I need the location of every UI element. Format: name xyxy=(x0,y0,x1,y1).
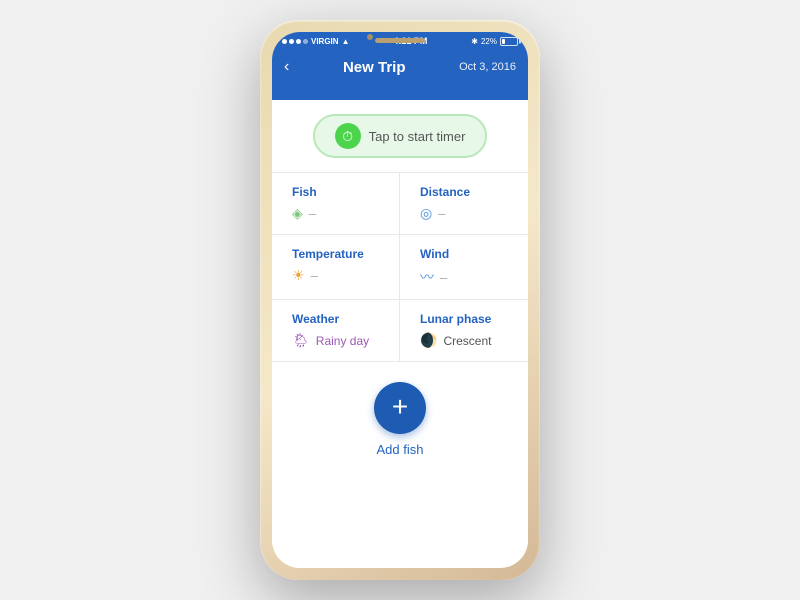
back-button[interactable]: ‹ xyxy=(284,58,289,76)
add-fish-section: + Add fish xyxy=(272,362,528,477)
stat-fish-label: Fish xyxy=(292,185,379,199)
plus-icon: + xyxy=(392,393,408,421)
weather-text: Rainy day xyxy=(316,334,369,348)
signal-dots xyxy=(282,39,308,44)
bluetooth-icon: ✱ xyxy=(471,37,478,46)
battery-icon xyxy=(500,37,518,46)
timer-icon-circle: ⏱ xyxy=(335,123,361,149)
add-fish-label: Add fish xyxy=(377,442,424,457)
stat-wind-label: Wind xyxy=(420,247,508,261)
status-left: VIRGIN ▲ xyxy=(282,37,349,46)
stat-weather-label: Weather xyxy=(292,312,379,326)
lunar-text: Crescent xyxy=(443,334,491,348)
wind-icon: 〰 xyxy=(420,267,434,287)
stat-wind-value: 〰 – xyxy=(420,267,508,287)
temperature-icon: ☀ xyxy=(292,267,305,284)
stat-weather: Weather 🌦 Rainy day xyxy=(272,300,400,362)
add-fish-button[interactable]: + xyxy=(374,382,426,434)
signal-dot-1 xyxy=(282,39,287,44)
stat-fish: Fish ◈ – xyxy=(272,173,400,235)
phone-camera xyxy=(367,34,373,40)
content-area: ⏱ Tap to start timer Fish ◈ – Dista xyxy=(272,100,528,568)
wave-decoration xyxy=(284,84,516,100)
stat-wind: Wind 〰 – xyxy=(400,235,528,300)
stat-temperature-value: ☀ – xyxy=(292,267,379,284)
stat-lunar-value: 🌒 Crescent xyxy=(420,332,508,349)
stat-distance-label: Distance xyxy=(420,185,508,199)
header: ‹ New Trip Oct 3, 2016 xyxy=(272,50,528,100)
phone-speaker xyxy=(375,38,425,43)
distance-dash: – xyxy=(438,206,445,221)
stat-temperature-label: Temperature xyxy=(292,247,379,261)
lunar-icon: 🌒 xyxy=(420,332,437,349)
timer-label: Tap to start timer xyxy=(369,129,466,144)
wind-dash: – xyxy=(440,270,447,285)
fish-dash: – xyxy=(309,206,316,221)
page-title: New Trip xyxy=(343,59,406,76)
phone-frame: VIRGIN ▲ 4:21 PM ✱ 22% ‹ New Trip Oct 3,… xyxy=(260,20,540,580)
phone-screen: VIRGIN ▲ 4:21 PM ✱ 22% ‹ New Trip Oct 3,… xyxy=(272,32,528,568)
temperature-dash: – xyxy=(311,268,318,283)
clock-icon: ⏱ xyxy=(342,128,353,145)
stat-distance-value: ◎ – xyxy=(420,205,508,222)
wifi-icon: ▲ xyxy=(342,37,350,46)
stat-lunar-label: Lunar phase xyxy=(420,312,508,326)
status-right: ✱ 22% xyxy=(471,37,518,46)
fish-icon: ◈ xyxy=(292,205,303,222)
timer-section: ⏱ Tap to start timer xyxy=(272,100,528,172)
stat-temperature: Temperature ☀ – xyxy=(272,235,400,300)
timer-button[interactable]: ⏱ Tap to start timer xyxy=(313,114,488,158)
header-top: ‹ New Trip Oct 3, 2016 xyxy=(284,58,516,84)
carrier-label: VIRGIN xyxy=(311,37,339,46)
distance-icon: ◎ xyxy=(420,205,432,222)
stat-lunar: Lunar phase 🌒 Crescent xyxy=(400,300,528,362)
battery-pct: 22% xyxy=(481,37,497,46)
stat-distance: Distance ◎ – xyxy=(400,173,528,235)
signal-dot-2 xyxy=(289,39,294,44)
signal-dot-3 xyxy=(296,39,301,44)
battery-fill xyxy=(502,39,505,44)
stat-weather-value: 🌦 Rainy day xyxy=(292,332,379,349)
wave-svg xyxy=(284,86,516,101)
stats-grid: Fish ◈ – Distance ◎ – Temperatur xyxy=(272,172,528,362)
signal-dot-4 xyxy=(303,39,308,44)
stat-fish-value: ◈ – xyxy=(292,205,379,222)
weather-icon: 🌦 xyxy=(292,332,310,349)
trip-date: Oct 3, 2016 xyxy=(459,61,516,73)
